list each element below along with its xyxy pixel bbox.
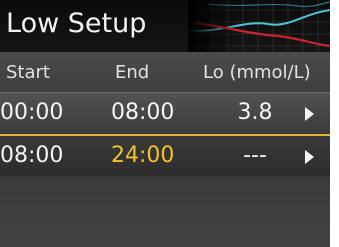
row-lo-value: --- — [243, 143, 267, 168]
chevron-right-icon — [305, 107, 314, 121]
device-screen: Low Setup Start End Lo (mmol/L) 00:00 08… — [0, 0, 330, 247]
row-lo-value: 3.8 — [237, 100, 273, 125]
column-header-end: End — [115, 62, 150, 83]
row-start-time: 00:00 — [0, 100, 64, 125]
title-bar: Low Setup — [0, 0, 330, 52]
table-header: Start End Lo (mmol/L) — [0, 52, 330, 94]
table-row[interactable]: 00:00 08:00 3.8 — [0, 92, 330, 133]
column-header-lo: Lo (mmol/L) — [203, 62, 311, 83]
page-title: Low Setup — [6, 8, 147, 39]
empty-list-area — [0, 176, 330, 247]
column-header-start: Start — [6, 62, 50, 83]
row-start-time: 08:00 — [0, 143, 64, 168]
chevron-right-icon — [305, 150, 314, 164]
row-end-time: 08:00 — [111, 100, 175, 125]
glucose-trend-graphic — [188, 0, 330, 52]
row-end-time: 24:00 — [111, 143, 175, 168]
table-row-selected[interactable]: 08:00 24:00 --- — [0, 134, 330, 178]
